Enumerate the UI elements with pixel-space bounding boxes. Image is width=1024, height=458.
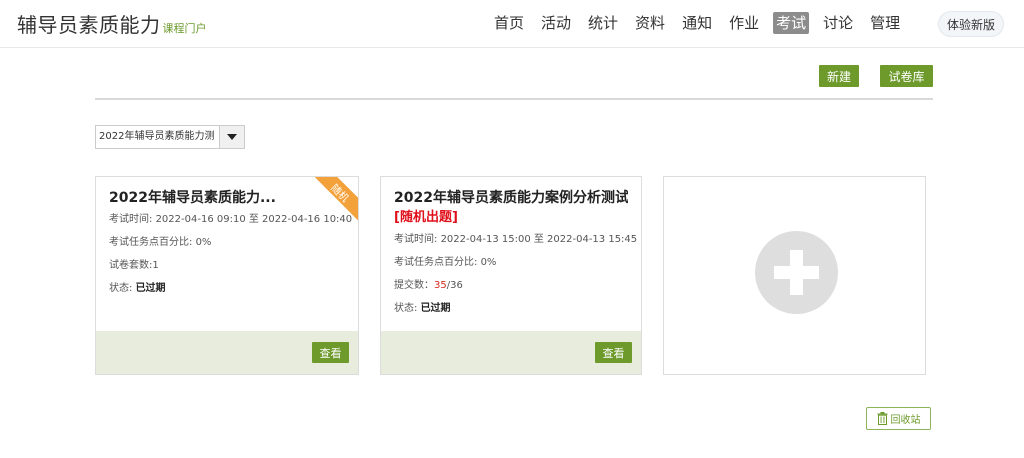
view-exam-button[interactable]: 查看 [595,342,632,363]
nav-statistics[interactable]: 统计 [588,12,618,34]
toolbar-divider [95,98,933,100]
nav-activity[interactable]: 活动 [541,12,571,34]
random-ribbon: 随机 [314,177,358,221]
exam-task-percent: 考试任务点百分比: 0% [394,257,497,268]
exam-card: 2022年辅导员素质能力案例分析测试 [随机出题] 考试时间: 2022-04-… [380,176,642,375]
nav-materials[interactable]: 资料 [635,12,665,34]
exam-card: 随机 2022年辅导员素质能力... 考试时间: 2022-04-16 09:1… [95,176,359,375]
course-title: 辅导员素质能力 [17,13,161,37]
exam-time: 考试时间: 2022-04-13 15:00 至 2022-04-13 15:4… [394,234,638,245]
nav-home[interactable]: 首页 [494,12,524,34]
dropdown-toggle[interactable] [219,126,244,148]
exam-status: 状态: 已过期 [109,283,166,294]
ribbon-label: 随机 [328,182,351,205]
exam-title[interactable]: 2022年辅导员素质能力... [109,188,345,208]
nav-homework[interactable]: 作业 [729,12,759,34]
random-question-tag: [随机出题] [394,210,458,225]
add-exam-card[interactable] [663,176,926,375]
plus-icon[interactable] [755,231,838,314]
exam-title[interactable]: 2022年辅导员素质能力案例分析测试 [394,188,628,208]
chevron-down-icon [227,134,237,140]
nav-notice[interactable]: 通知 [682,12,712,34]
exam-filter-select[interactable]: 2022年辅导员素质能力测 [95,125,245,149]
exam-submissions: 提交数：35/36 [394,280,463,291]
main-nav: 首页 活动 统计 资料 通知 作业 考试 讨论 管理 [494,12,917,34]
exam-status: 状态: 已过期 [394,303,451,314]
status-badge: 已过期 [135,283,166,294]
view-exam-button[interactable]: 查看 [312,342,349,363]
nav-exam[interactable]: 考试 [773,12,810,34]
card-footer: 查看 [381,331,641,374]
exam-task-percent: 考试任务点百分比: 0% [109,237,212,248]
nav-manage[interactable]: 管理 [870,12,900,34]
recycle-bin-button[interactable]: 回收站 [866,407,931,430]
exam-paper-sets: 试卷套数:1 [109,260,159,271]
recycle-bin-label: 回收站 [890,415,921,426]
card-footer: 查看 [96,331,358,374]
course-brand[interactable]: 辅导员素质能力 课程门户 [17,9,207,38]
status-badge: 已过期 [420,303,451,314]
trash-icon [877,412,887,425]
paper-library-button[interactable]: 试卷库 [880,65,933,87]
try-new-version-button[interactable]: 体验新版 [938,11,1004,37]
nav-discussion[interactable]: 讨论 [823,12,853,34]
exam-filter-value: 2022年辅导员素质能力测 [99,131,215,142]
new-exam-button[interactable]: 新建 [819,65,859,87]
top-header: 辅导员素质能力 课程门户 首页 活动 统计 资料 通知 作业 考试 讨论 管理 … [0,0,1024,48]
course-portal-label: 课程门户 [162,22,207,35]
exam-time: 考试时间: 2022-04-16 09:10 至 2022-04-16 10:4… [109,214,353,225]
